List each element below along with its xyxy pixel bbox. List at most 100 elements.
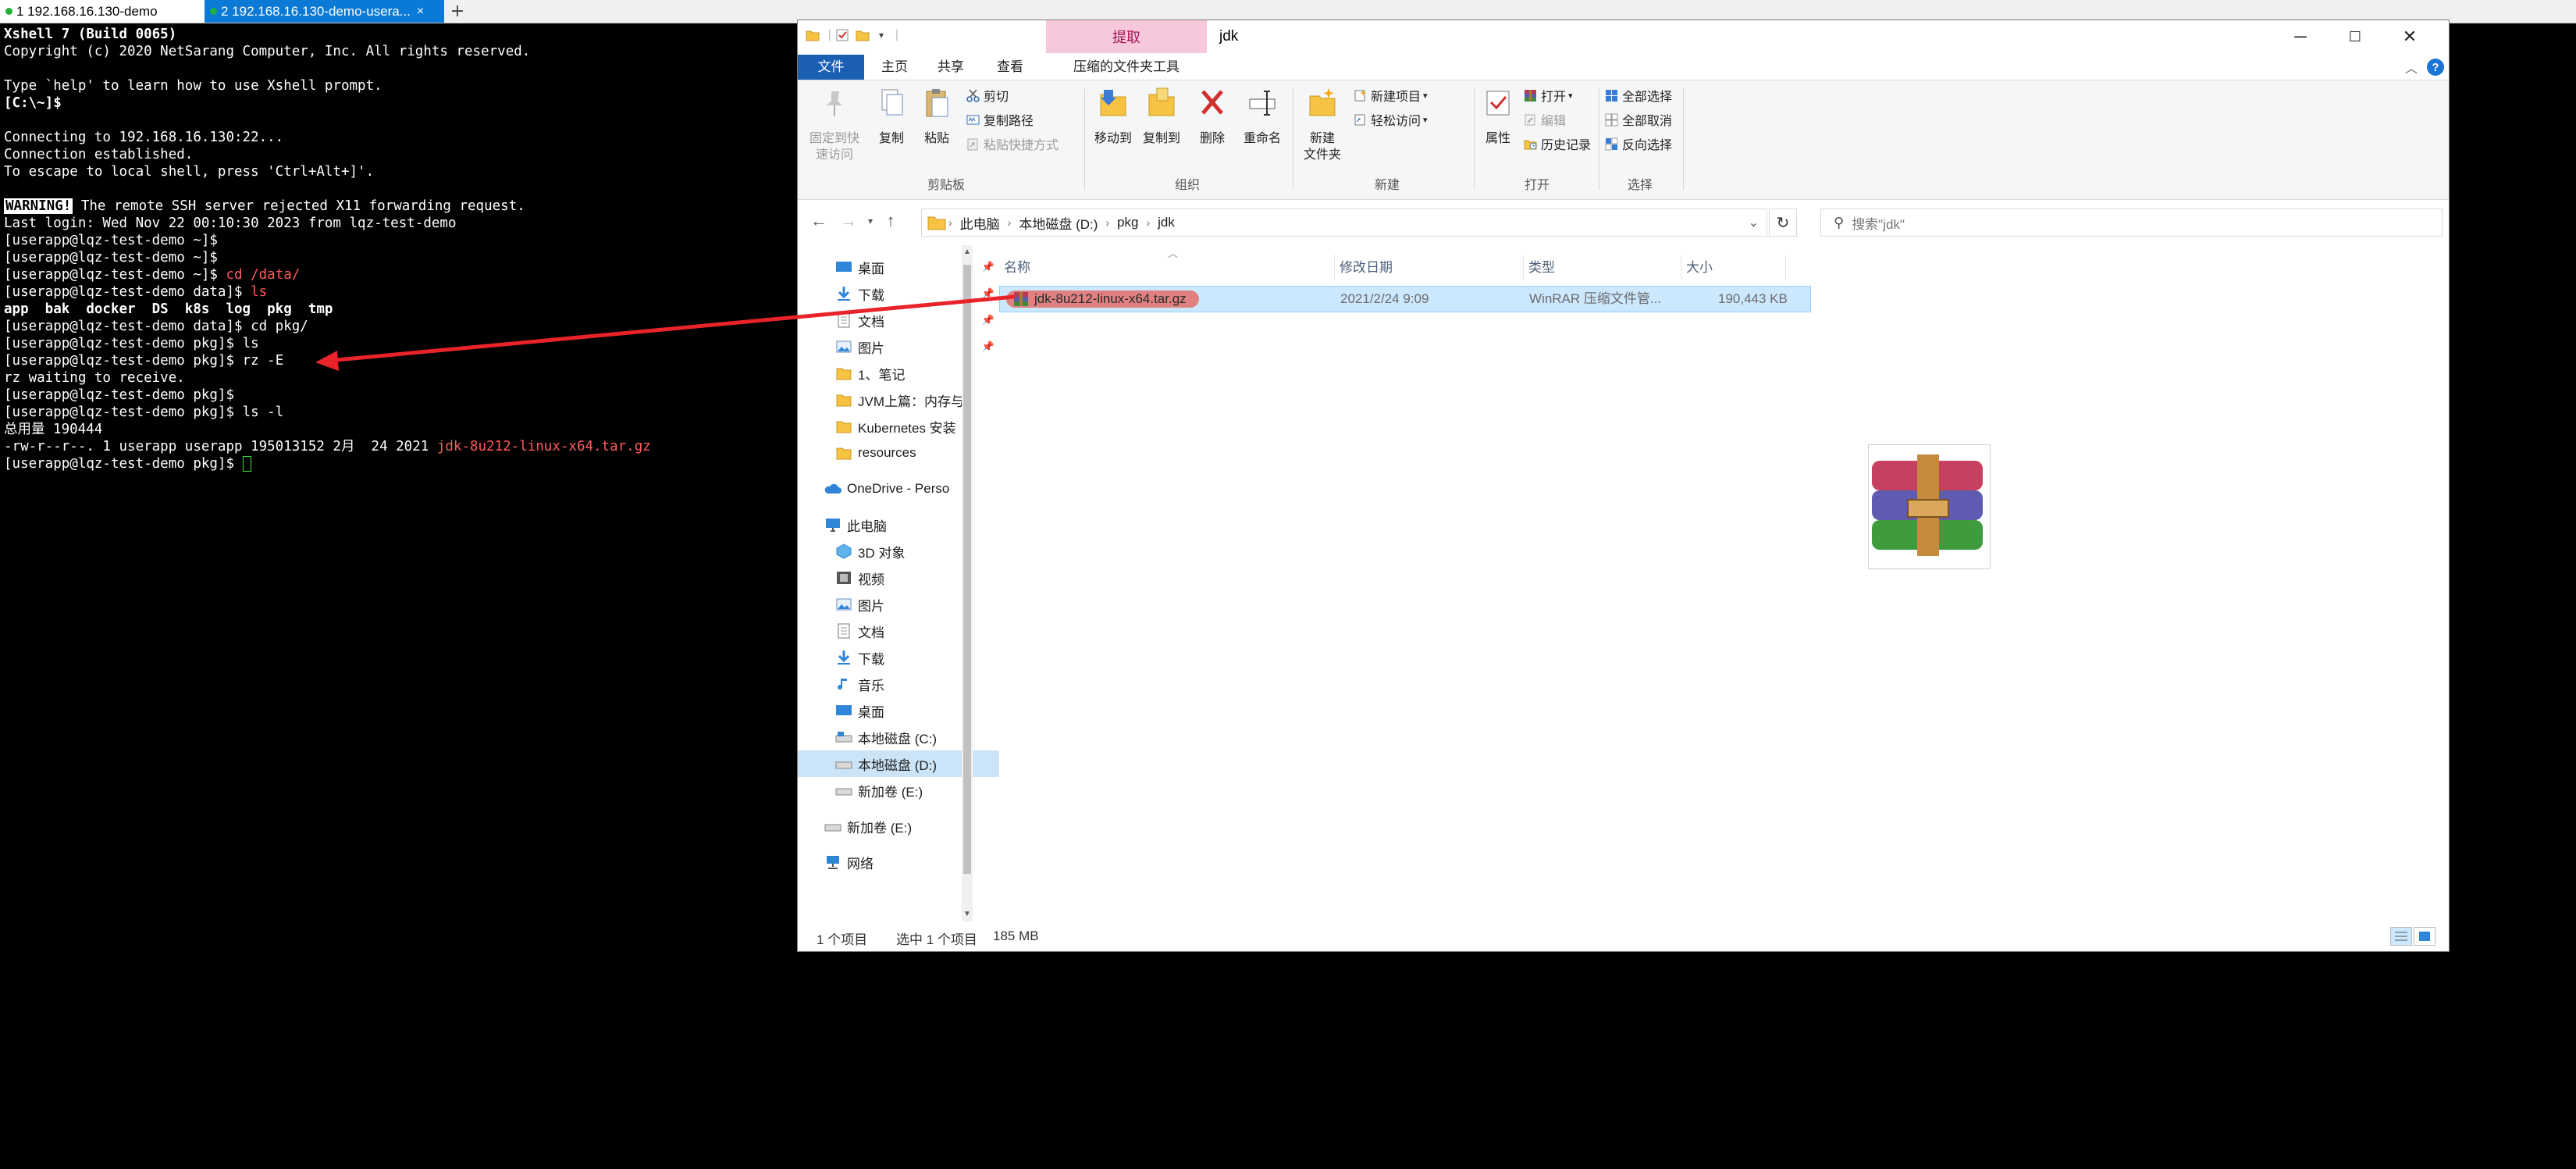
- copy-to-button[interactable]: 复制到: [1138, 87, 1185, 147]
- add-tab-button[interactable]: +: [447, 0, 468, 23]
- nav-label: 桌面: [858, 704, 884, 720]
- tab-file[interactable]: 文件: [798, 55, 864, 80]
- scrollbar-thumb[interactable]: [963, 265, 971, 874]
- edit-icon: [1525, 114, 1535, 125]
- tab-compressed-folder-tools[interactable]: 压缩的文件夹工具: [1046, 55, 1207, 80]
- file-name: jdk-8u212-linux-x64.tar.gz: [1034, 291, 1187, 306]
- address-dropdown-icon[interactable]: ⌄: [1749, 215, 1759, 230]
- rename-button[interactable]: 重命名: [1238, 87, 1286, 147]
- breadcrumb-this-pc[interactable]: 此电脑: [960, 213, 1000, 233]
- column-header-size[interactable]: 大小: [1681, 255, 1786, 281]
- drive-icon: [824, 824, 841, 832]
- column-header-name[interactable]: 名称: [999, 255, 1335, 281]
- edit-button[interactable]: 编辑: [1524, 109, 1566, 130]
- nav-label: 新加卷 (E:): [858, 784, 923, 800]
- recent-locations-icon[interactable]: ▾: [863, 209, 877, 233]
- details-view-icon[interactable]: [2390, 927, 2412, 946]
- session-tab-1[interactable]: 1 192.168.16.130-demo: [0, 0, 205, 23]
- history-button[interactable]: 历史记录: [1524, 134, 1591, 154]
- large-icons-view-icon[interactable]: [2414, 927, 2435, 946]
- file-size: 190,443 KB: [1718, 291, 1788, 306]
- copy-path-button[interactable]: 复制路径: [966, 109, 1034, 130]
- select-none-button[interactable]: 全部取消: [1605, 109, 1672, 130]
- shell-prompt: [userapp@lqz-test-demo data]$: [4, 284, 243, 300]
- extract-contextual-tab[interactable]: 提取: [1046, 20, 1207, 53]
- search-icon: ⚲: [1834, 214, 1845, 230]
- folder-icon: [804, 27, 821, 44]
- properties-quick-icon[interactable]: [834, 27, 851, 44]
- customize-quick-access-icon[interactable]: ▾: [873, 27, 890, 44]
- open-group-label: 打开: [1524, 179, 1550, 192]
- paste-shortcut-icon: [967, 138, 978, 150]
- breadcrumb-separator-icon: ›: [1105, 216, 1110, 229]
- new-item-button[interactable]: 新建项目 ▾: [1354, 85, 1428, 105]
- paste-shortcut-button[interactable]: 粘贴快捷方式: [966, 134, 1059, 154]
- scroll-up-icon[interactable]: ▲: [962, 245, 973, 259]
- close-button[interactable]: ✕: [2382, 20, 2437, 53]
- delete-button[interactable]: 删除: [1193, 87, 1232, 147]
- rename-icon: [1249, 91, 1276, 116]
- column-header-modified[interactable]: 修改日期: [1335, 255, 1524, 281]
- dropdown-icon: ▾: [1423, 115, 1428, 125]
- breadcrumb-separator-icon: ›: [1146, 216, 1151, 229]
- ribbon-home: 固定到快 速访问 复制 粘贴 剪切 复制路径 粘贴快捷方式 剪贴板 移动到 复制…: [798, 80, 2449, 200]
- select-all-button[interactable]: 全部选择: [1605, 85, 1672, 105]
- scroll-down-icon[interactable]: ▼: [962, 907, 973, 921]
- paste-button[interactable]: 粘贴: [915, 87, 959, 147]
- refresh-button[interactable]: ↻: [1769, 208, 1797, 237]
- properties-button[interactable]: 属性: [1478, 87, 1517, 147]
- address-bar[interactable]: › 此电脑 › 本地磁盘 (D:) › pkg › jdk ⌄: [921, 208, 1767, 237]
- navigation-scrollbar[interactable]: ▲ ▼: [962, 245, 973, 921]
- help-icon[interactable]: ?: [2427, 59, 2444, 76]
- shell-prompt: [userapp@lqz-test-demo data]$: [4, 319, 243, 334]
- file-name-cell[interactable]: jdk-8u212-linux-x64.tar.gz: [1006, 290, 1199, 308]
- shell-prompt: [userapp@lqz-test-demo ~]$: [4, 267, 218, 283]
- select-all-icon: [1606, 89, 1617, 102]
- nav-item-network[interactable]: 网络: [798, 849, 988, 875]
- collapse-ribbon-icon[interactable]: ︿: [2405, 58, 2418, 77]
- terminal-line: app bak docker DS k8s log pkg tmp: [4, 301, 333, 317]
- terminal-line: [C:\~]$: [4, 95, 62, 111]
- easy-access-button[interactable]: 轻松访问 ▾: [1354, 109, 1428, 130]
- document-icon: [838, 623, 850, 639]
- move-to-button[interactable]: 移动到: [1090, 87, 1137, 147]
- search-input[interactable]: ⚲ 搜索"jdk": [1820, 208, 2443, 237]
- invert-selection-button[interactable]: 反向选择: [1605, 134, 1672, 154]
- nav-item-this-pc[interactable]: 此电脑: [798, 511, 988, 538]
- listed-file-name: jdk-8u212-linux-x64.tar.gz: [436, 439, 651, 454]
- pin-to-quick-access-button[interactable]: 固定到快 速访问: [802, 87, 866, 163]
- forward-button[interactable]: →: [837, 209, 860, 233]
- breadcrumb-jdk[interactable]: jdk: [1158, 215, 1175, 230]
- column-header-type[interactable]: 类型: [1524, 255, 1681, 281]
- terminal-line: [userapp@lqz-test-demo pkg]$: [4, 387, 235, 403]
- tab-view[interactable]: 查看: [979, 55, 1041, 80]
- back-button[interactable]: ←: [807, 209, 831, 233]
- up-button[interactable]: ↑: [879, 209, 902, 233]
- minimize-button[interactable]: ─: [2273, 20, 2328, 53]
- tab-home[interactable]: 主页: [866, 55, 923, 80]
- breadcrumb-drive-d[interactable]: 本地磁盘 (D:): [1019, 213, 1098, 233]
- nav-item-drive-e-removable[interactable]: 新加卷 (E:): [798, 813, 988, 839]
- terminal-line: [userapp@lqz-test-demo ~]$: [4, 233, 218, 248]
- new-folder-button[interactable]: 新建 文件夹: [1297, 87, 1347, 163]
- navigation-pane[interactable]: 桌面 📌 下载 📌 文档 📌 图片 📌 1、笔记 JVM上篇：内存与 Kubernete…: [798, 245, 999, 921]
- folder-icon: [836, 368, 852, 380]
- close-tab-icon[interactable]: ×: [417, 5, 424, 19]
- cut-button[interactable]: 剪切: [966, 85, 1009, 105]
- dragged-file-icon[interactable]: [1868, 444, 1991, 569]
- session-tab-2[interactable]: 2 192.168.16.130-demo-usera... ×: [205, 0, 444, 23]
- file-list[interactable]: ︿ 名称 修改日期 类型 大小 jdk-8u212-linux-x64.tar.…: [999, 245, 2435, 921]
- new-folder-quick-icon[interactable]: [854, 27, 871, 44]
- paste-label: 粘贴: [923, 132, 949, 145]
- tab-share[interactable]: 共享: [923, 55, 979, 80]
- file-row[interactable]: jdk-8u212-linux-x64.tar.gz 2021/2/24 9:0…: [999, 286, 1811, 312]
- breadcrumb-pkg[interactable]: pkg: [1117, 215, 1138, 230]
- maximize-button[interactable]: ☐: [2328, 20, 2382, 53]
- nav-item-onedrive[interactable]: OneDrive - Perso: [798, 476, 988, 502]
- copy-button[interactable]: 复制: [870, 87, 913, 147]
- terminal-output[interactable]: Xshell 7 (Build 0065) Copyright (c) 2020…: [0, 26, 795, 1169]
- history-icon: [1524, 140, 1537, 149]
- command-text: rz -E: [242, 353, 284, 369]
- open-button[interactable]: 打开 ▾: [1524, 85, 1573, 105]
- nav-label: 本地磁盘 (D:): [858, 757, 938, 773]
